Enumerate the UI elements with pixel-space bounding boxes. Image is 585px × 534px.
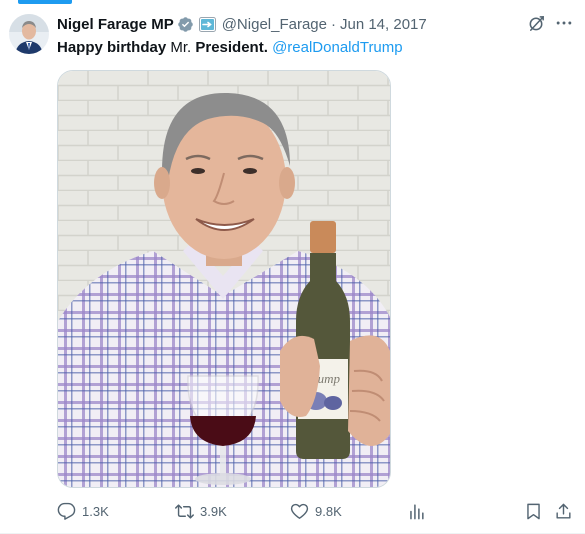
more-icon[interactable]	[554, 13, 574, 33]
tweet-text: Happy birthday Mr. President. @realDonal…	[57, 38, 403, 58]
tweet-text-part1: Happy birthday	[57, 39, 167, 56]
reply-count: 1.3K	[82, 503, 109, 519]
separator-dot: ·	[330, 15, 336, 33]
action-bar: 1.3K 3.9K 9.8K	[57, 500, 577, 522]
repost-icon	[175, 503, 194, 519]
tweet-text-part3: President.	[195, 39, 268, 56]
repost-count: 3.9K	[200, 503, 227, 519]
views-icon	[410, 503, 424, 519]
views-button[interactable]	[407, 500, 426, 522]
verified-badge-icon[interactable]	[177, 16, 194, 33]
mention-link[interactable]: @realDonaldTrump	[272, 39, 403, 56]
handle[interactable]: @Nigel_Farage	[222, 16, 327, 33]
tweet-date[interactable]: Jun 14, 2017	[340, 16, 427, 33]
share-button[interactable]	[554, 500, 573, 522]
top-accent-strip	[18, 0, 72, 4]
avatar-image	[9, 14, 49, 54]
bookmark-button[interactable]	[524, 500, 543, 522]
grok-icon[interactable]	[527, 14, 546, 33]
like-icon	[290, 503, 309, 519]
display-name[interactable]: Nigel Farage MP	[57, 16, 174, 33]
reply-button[interactable]: 1.3K	[57, 500, 109, 522]
tweet-photo[interactable]: Trump	[57, 70, 391, 488]
tweet-header: Nigel Farage MP @Nigel_Farage · Jun 14, …	[57, 14, 427, 34]
photo-image: Trump	[58, 71, 390, 487]
reply-icon	[57, 502, 76, 520]
bookmark-icon	[527, 503, 540, 519]
repost-button[interactable]: 3.9K	[175, 500, 227, 522]
avatar[interactable]	[9, 14, 49, 54]
like-count: 9.8K	[315, 503, 342, 519]
share-icon	[556, 503, 571, 519]
like-button[interactable]: 9.8K	[290, 500, 342, 522]
affiliate-badge-icon[interactable]	[198, 16, 216, 33]
tweet-text-part2: Mr.	[166, 39, 196, 56]
